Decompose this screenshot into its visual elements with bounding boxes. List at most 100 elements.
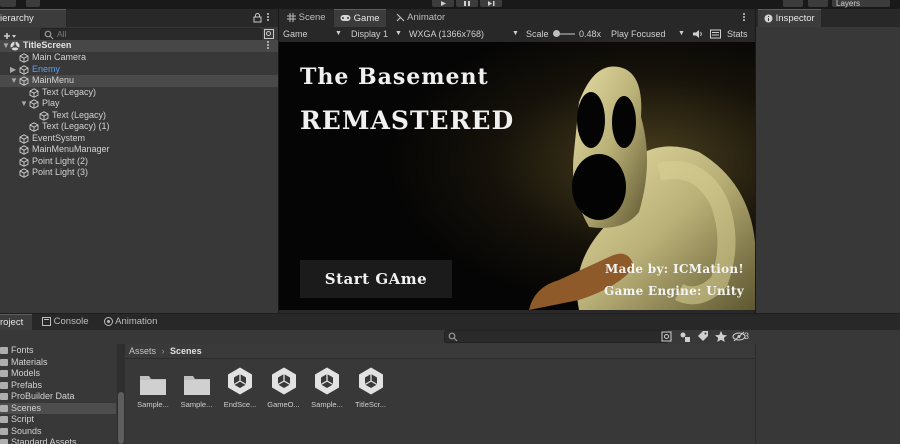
folder-item[interactable]: Script	[0, 414, 116, 426]
gameobject-icon	[19, 156, 29, 167]
history-button[interactable]	[783, 0, 803, 7]
console-icon	[42, 316, 51, 326]
expand-arrow-icon[interactable]: ▼	[20, 98, 28, 110]
folder-item[interactable]: ProBuilder Data	[0, 391, 116, 403]
cloud-button[interactable]	[26, 0, 40, 7]
hierarchy-item[interactable]: EventSystem	[0, 133, 278, 145]
tab-scene[interactable]: Scene	[281, 9, 332, 27]
folder-scrollbar-thumb[interactable]	[118, 392, 124, 444]
inspector-tabbar: Inspector	[756, 9, 900, 27]
asset-grid: Sample... Sample... EndSce... GameO... Sampl…	[126, 314, 754, 444]
keyboard-icon[interactable]	[710, 29, 721, 39]
display-dropdown[interactable]: Display 1 ▼	[351, 27, 402, 41]
hierarchy-item[interactable]: ▶ Enemy	[0, 64, 278, 76]
tab-game[interactable]: Game	[334, 9, 386, 27]
expand-arrow-icon[interactable]: ▼	[2, 40, 10, 52]
step-button[interactable]	[480, 0, 502, 7]
folder-item[interactable]: Standard Assets	[0, 437, 116, 444]
step-icon	[488, 1, 495, 6]
pause-icon	[464, 1, 470, 6]
layers-dropdown[interactable]: Layers	[832, 0, 890, 8]
account-dropdown[interactable]	[0, 0, 16, 7]
asset-folder[interactable]: Sample...	[176, 366, 218, 409]
hierarchy-item[interactable]: ▼ Play	[0, 98, 278, 110]
tab-scene-label: Scene	[298, 12, 326, 23]
folder-item[interactable]: Models	[0, 368, 116, 380]
gameobject-icon	[29, 122, 39, 132]
scene-menu-icon[interactable]	[267, 40, 270, 51]
hierarchy-item[interactable]: Text (Legacy)	[0, 110, 278, 122]
folder-icon	[0, 347, 8, 354]
hierarchy-item[interactable]: ▼ MainMenu	[0, 75, 278, 87]
lock-icon[interactable]	[253, 13, 262, 23]
hierarchy-item-label: Main Camera	[32, 52, 87, 62]
hierarchy-menu-icon[interactable]	[267, 12, 270, 23]
credit-made-by: Made by: ICMation!	[605, 262, 744, 276]
expand-arrow-icon[interactable]: ▶	[10, 64, 16, 76]
folder-item[interactable]: Sounds	[0, 426, 116, 438]
inspector-panel: Inspector	[756, 9, 900, 313]
hierarchy-item[interactable]: Main Camera	[0, 52, 278, 64]
play-button[interactable]	[432, 0, 454, 7]
tab-hierarchy[interactable]: ierarchy	[0, 9, 66, 27]
game-mode-dropdown[interactable]: Game ▼	[283, 27, 345, 41]
start-game-button[interactable]: Start GAme	[300, 260, 452, 298]
tab-inspector[interactable]: Inspector	[758, 9, 821, 27]
folder-icon	[0, 370, 8, 377]
pause-button[interactable]	[456, 0, 478, 7]
unity-scene-icon	[306, 366, 348, 396]
scale-slider-handle[interactable]	[553, 30, 560, 37]
gameobject-icon	[19, 133, 29, 144]
audio-icon[interactable]	[692, 29, 703, 39]
dropdown-arrow-icon: ▼	[512, 30, 519, 37]
search-filter-icon[interactable]	[264, 29, 274, 39]
scale-slider[interactable]: Scale 0.48x	[526, 27, 606, 41]
tab-animator[interactable]: Animator	[390, 9, 451, 27]
folder-item[interactable]: Fonts	[0, 345, 116, 357]
folder-label: Scenes	[11, 402, 42, 413]
hierarchy-item[interactable]: Point Light (3)	[0, 167, 278, 179]
unity-scene-icon	[219, 366, 261, 396]
asset-scene[interactable]: Sample...	[306, 366, 348, 409]
tab-game-label: Game	[353, 13, 380, 24]
folder-label: ProBuilder Data	[11, 391, 75, 401]
asset-scene[interactable]: GameO...	[263, 366, 305, 409]
resolution-dropdown[interactable]: WXGA (1366x768) ▼	[409, 27, 519, 41]
game-tabbar: Scene Game Animator	[279, 9, 755, 27]
hierarchy-item-label: Text (Legacy) (1)	[42, 121, 110, 131]
hierarchy-item[interactable]: MainMenuManager	[0, 144, 278, 156]
folder-label: Sounds	[11, 425, 42, 436]
asset-scene[interactable]: TitleScr...	[350, 366, 392, 409]
folder-item[interactable]: Prefabs	[0, 380, 116, 392]
asset-label: TitleScr...	[355, 400, 386, 409]
tab-console[interactable]: Console	[36, 314, 95, 330]
folder-scrollbar[interactable]	[117, 344, 125, 444]
asset-label: Sample...	[137, 400, 169, 409]
game-mode-label: Game	[283, 29, 308, 39]
folder-icon	[0, 416, 8, 423]
folder-item[interactable]: Materials	[0, 357, 116, 369]
hierarchy-item[interactable]: Text (Legacy) (1)	[0, 121, 278, 133]
game-canvas[interactable]: The Basement REMASTERED Start GAme Made …	[279, 42, 755, 310]
gamepad-icon	[340, 15, 351, 22]
play-focused-dropdown[interactable]: Play Focused ▼	[611, 27, 691, 41]
hierarchy-item[interactable]: Text (Legacy)	[0, 87, 278, 99]
gameobject-icon	[19, 168, 29, 178]
tab-project[interactable]: roject	[0, 314, 32, 330]
gameobject-icon	[19, 53, 29, 63]
search-toolbar-button[interactable]	[808, 0, 828, 7]
folder-item[interactable]: Scenes	[0, 402, 116, 414]
dropdown-arrow-icon: ▼	[678, 30, 685, 37]
scene-row[interactable]: ▼ TitleScreen	[0, 40, 278, 52]
asset-scene[interactable]: EndSce...	[219, 366, 261, 409]
expand-arrow-icon[interactable]: ▼	[10, 75, 18, 87]
hierarchy-tab-label: ierarchy	[0, 13, 34, 24]
stats-button[interactable]: Stats	[727, 27, 748, 41]
hierarchy-item[interactable]: Point Light (2)	[0, 156, 278, 168]
gameobject-icon	[19, 145, 29, 155]
hierarchy-item-label: Text (Legacy)	[42, 86, 97, 97]
game-menu-icon[interactable]	[743, 12, 746, 23]
hierarchy-item-label: MainMenuManager	[32, 144, 110, 154]
asset-label: EndSce...	[223, 400, 257, 409]
asset-folder[interactable]: Sample...	[132, 366, 174, 409]
